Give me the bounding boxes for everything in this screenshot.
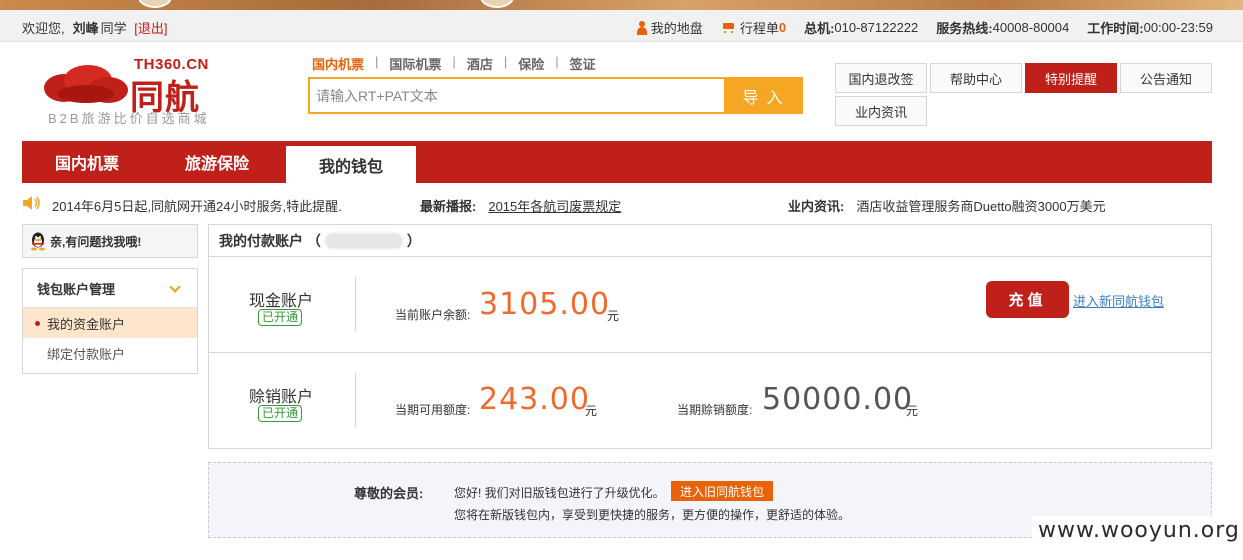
my-area-link[interactable]: 我的地盘 bbox=[636, 18, 703, 37]
hotline-info: 服务热线: 40008-80004 bbox=[936, 18, 1069, 37]
industry-news-text[interactable]: 酒店收益管理服务商Duetto融资3000万美元 bbox=[856, 199, 1105, 214]
payment-account-panel: 我的付款账户 （ ） 现金账户 已开通 当前账户余额: 3105.00 元 充值 … bbox=[208, 224, 1212, 449]
nav-travel-insurance[interactable]: 旅游保险 bbox=[152, 141, 282, 183]
side-item-bind-payment-account[interactable]: 绑定付款账户 bbox=[23, 338, 197, 368]
speaker-icon bbox=[23, 196, 40, 210]
qq-help-text: 亲,有问题找我哦! bbox=[50, 234, 142, 249]
news-bar: 2014年6月5日起,同航网开通24小时服务,特此提醒. 最新播报: 2015年各… bbox=[22, 193, 1212, 215]
side-menu-title: 钱包账户管理 bbox=[37, 281, 116, 297]
side-menu-header[interactable]: 钱包账户管理 bbox=[23, 269, 197, 308]
rt-pat-input[interactable] bbox=[310, 79, 724, 112]
quick-links: 国内退改签 帮助中心 特别提醒 公告通知 业内资讯 bbox=[835, 63, 1215, 129]
panel-title-end: ） bbox=[406, 232, 421, 249]
latest-news-label: 最新播报: bbox=[420, 199, 477, 214]
hours-label: 工作时间: bbox=[1087, 21, 1144, 36]
panel-title-text: 我的付款账户 （ bbox=[219, 232, 321, 249]
credit-limit-label: 当期赊销额度: bbox=[677, 403, 753, 417]
itinerary-link[interactable]: 行程单 0 bbox=[721, 18, 786, 37]
balance-amount: 3105.00 bbox=[479, 287, 611, 322]
search-box: 导入 bbox=[308, 77, 803, 114]
search-tab-hotel[interactable]: 酒店 bbox=[467, 54, 493, 73]
balance-unit: 元 bbox=[607, 309, 620, 323]
available-unit: 元 bbox=[585, 404, 598, 418]
credit-limit-amount: 50000.00 bbox=[762, 382, 914, 417]
available-amount: 243.00 bbox=[479, 382, 590, 417]
itinerary-count: 0 bbox=[778, 20, 787, 35]
balance-label: 当前账户余额: bbox=[395, 308, 471, 322]
notice-salutation: 尊敬的会员: bbox=[354, 486, 424, 501]
cash-status-badge: 已开通 bbox=[258, 309, 303, 326]
industry-news: 业内资讯: 酒店收益管理服务商Duetto融资3000万美元 bbox=[788, 196, 1106, 215]
new-wallet-link[interactable]: 进入新同航钱包 bbox=[1073, 291, 1164, 310]
cart-icon bbox=[721, 21, 736, 34]
top-links: 我的地盘 行程单 0 总机: 010-87122222 服务热线: 40008-800… bbox=[619, 18, 1213, 37]
switchboard-label: 总机: bbox=[804, 21, 835, 36]
hotline-label: 服务热线: bbox=[936, 21, 993, 36]
hours-info: 工作时间: 00:00-23:59 bbox=[1087, 18, 1213, 37]
redacted-account-name bbox=[324, 232, 403, 249]
switchboard-info: 总机: 010-87122222 bbox=[804, 18, 918, 37]
itinerary-label: 行程单 bbox=[739, 21, 779, 36]
latest-news: 最新播报: 2015年各航司废票规定 bbox=[420, 196, 621, 215]
watermark: www.wooyun.org bbox=[1032, 516, 1243, 545]
credit-account-name: 赊销账户 bbox=[249, 389, 314, 406]
import-button[interactable]: 导入 bbox=[724, 79, 801, 112]
search-tabs: 国内机票 | 国际机票 | 酒店 | 保险 | 签证 bbox=[312, 54, 596, 73]
my-area-label: 我的地盘 bbox=[650, 21, 703, 36]
main-nav: 国内机票 旅游保险 我的钱包 bbox=[22, 141, 1212, 183]
qq-penguin-icon bbox=[31, 232, 45, 251]
quick-link-announcements[interactable]: 公告通知 bbox=[1120, 63, 1212, 93]
decoration-circle bbox=[138, 0, 172, 8]
welcome-text: 欢迎您, bbox=[22, 21, 65, 36]
search-tab-visa[interactable]: 签证 bbox=[570, 54, 596, 73]
notice-line-2: 您将在新版钱包内，享受到更快捷的服务，更方便的操作，更舒适的体验。 bbox=[454, 508, 851, 522]
site-logo[interactable]: TH360.CN 同航 B2B旅游比价自选商城 bbox=[40, 56, 220, 126]
panel-title: 我的付款账户 （ ） bbox=[209, 225, 1211, 257]
quick-link-industry-news[interactable]: 业内资讯 bbox=[835, 96, 927, 126]
announcement-text: 2014年6月5日起,同航网开通24小时服务,特此提醒. bbox=[52, 199, 342, 214]
nav-my-wallet[interactable]: 我的钱包 bbox=[286, 146, 416, 183]
logout-link[interactable]: [退出] bbox=[134, 21, 167, 36]
tab-separator: | bbox=[452, 54, 456, 69]
quick-link-special-reminder[interactable]: 特别提醒 bbox=[1025, 63, 1117, 93]
notice-line-1: 您好! 我们对旧版钱包进行了升级优化。 bbox=[454, 486, 665, 500]
user-suffix: 同学 bbox=[100, 21, 127, 36]
cash-account-name: 现金账户 bbox=[249, 293, 314, 310]
available-label: 当期可用额度: bbox=[395, 403, 471, 417]
latest-news-link[interactable]: 2015年各航司废票规定 bbox=[488, 199, 621, 214]
cloud-logo-icon bbox=[44, 65, 128, 103]
wallet-side-menu: 钱包账户管理 我的资金账户 绑定付款账户 bbox=[22, 268, 198, 374]
switchboard-number: 010-87122222 bbox=[834, 20, 919, 35]
industry-news-label: 业内资讯: bbox=[788, 199, 845, 214]
tab-separator: | bbox=[555, 54, 559, 69]
chevron-down-icon bbox=[169, 281, 181, 293]
recharge-button[interactable]: 充值 bbox=[986, 281, 1069, 318]
cash-account-row: 现金账户 已开通 当前账户余额: 3105.00 元 充值 进入新同航钱包 bbox=[209, 257, 1211, 353]
tab-separator: | bbox=[375, 54, 379, 69]
hours-value: 00:00-23:59 bbox=[1143, 20, 1213, 35]
tab-separator: | bbox=[503, 54, 508, 69]
divider bbox=[355, 372, 356, 427]
credit-limit-unit: 元 bbox=[906, 404, 919, 418]
divider bbox=[355, 276, 356, 331]
quick-link-refund-change[interactable]: 国内退改签 bbox=[835, 63, 927, 93]
search-tab-international-flight[interactable]: 国际机票 bbox=[389, 54, 441, 73]
credit-account-row: 赊销账户 已开通 当期可用额度: 243.00 元 当期赊销额度: 50000.… bbox=[209, 353, 1211, 449]
person-icon bbox=[636, 20, 647, 35]
top-bar: 欢迎您, 刘峰 同学 [退出] 我的地盘 行程单 0 总机: 010-87122222 … bbox=[0, 10, 1243, 42]
nav-domestic-flight[interactable]: 国内机票 bbox=[22, 141, 152, 183]
user-name: 刘峰 bbox=[72, 21, 99, 36]
search-tab-domestic-flight[interactable]: 国内机票 bbox=[312, 54, 364, 73]
old-wallet-button[interactable]: 进入旧同航钱包 bbox=[671, 481, 774, 501]
top-banner-decoration bbox=[0, 0, 1243, 10]
logo-slogan: B2B旅游比价自选商城 bbox=[48, 111, 210, 126]
side-item-fund-account[interactable]: 我的资金账户 bbox=[23, 308, 197, 338]
search-tab-insurance[interactable]: 保险 bbox=[518, 54, 544, 73]
hotline-number: 40008-80004 bbox=[992, 20, 1070, 35]
qq-help-box[interactable]: 亲,有问题找我哦! bbox=[22, 224, 198, 258]
decoration-circle bbox=[480, 0, 514, 8]
welcome-area: 欢迎您, 刘峰 同学 [退出] bbox=[22, 18, 168, 37]
quick-link-help-center[interactable]: 帮助中心 bbox=[930, 63, 1022, 93]
credit-status-badge: 已开通 bbox=[258, 405, 303, 422]
